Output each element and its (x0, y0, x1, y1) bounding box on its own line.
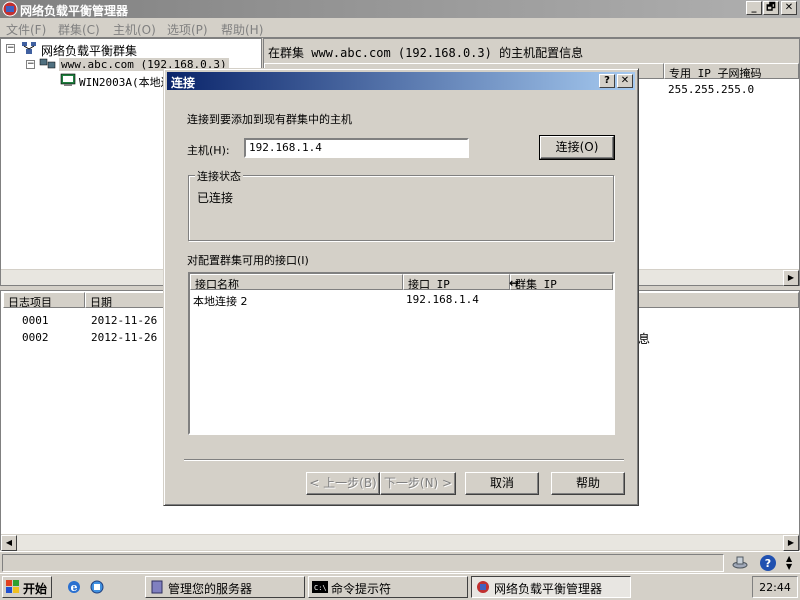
dialog-title: 连接 (171, 76, 196, 90)
host-input[interactable]: 192.168.1.4 (244, 138, 469, 158)
tree-collapse-icon[interactable]: − (6, 44, 15, 53)
next-button[interactable]: 下一步(N) > (380, 472, 456, 495)
log-detail-text: 息 (638, 332, 651, 346)
task-command-prompt[interactable]: C:\ 命令提示符 (308, 576, 468, 598)
status-group-label: 连接状态 (195, 168, 243, 184)
menu-options[interactable]: 选项(P) (167, 21, 208, 38)
dialog-help-button[interactable]: ? (599, 74, 615, 88)
window-title: 网络负载平衡管理器 (20, 4, 129, 18)
status-field (2, 554, 724, 572)
log-col-header-date[interactable]: 日期 (85, 292, 165, 308)
main-titlebar[interactable]: 网络负载平衡管理器 _ 🗗 ✕ (0, 0, 800, 18)
quicklaunch-icon[interactable] (89, 579, 105, 598)
scroll-left-icon[interactable]: ◀ (1, 535, 17, 551)
interface-row-name[interactable]: 本地连接 2 (193, 293, 248, 309)
scroll-right-icon[interactable]: ▶ (783, 535, 799, 551)
host-icon (60, 73, 76, 90)
svg-text:C:\: C:\ (314, 584, 327, 592)
dialog-close-button[interactable]: ✕ (617, 74, 633, 88)
scroll-right-icon[interactable]: ▶ (783, 270, 799, 286)
windows-logo-icon (6, 580, 20, 597)
menubar: 文件(F) 群集(C) 主机(O) 选项(P) 帮助(H) (0, 18, 800, 38)
task-nlb-manager[interactable]: 网络负载平衡管理器 (471, 576, 631, 598)
cmd-icon: C:\ (312, 581, 328, 596)
cluster-icon (39, 57, 57, 74)
connection-status-group: 连接状态 已连接 (188, 168, 614, 241)
connect-button[interactable]: 连接(O) (539, 135, 615, 160)
task-label: 管理您的服务器 (168, 582, 253, 596)
taskbar: 开始 e 管理您的服务器 C:\ 命令提示符 网络负载平衡管理器 22:44 (0, 573, 800, 600)
cluster-group-icon (21, 41, 37, 58)
menu-cluster[interactable]: 群集(C) (58, 21, 100, 38)
start-label: 开始 (23, 582, 48, 596)
svg-text:?: ? (765, 557, 771, 570)
host-label: 主机(H): (187, 144, 230, 157)
dialog-intro-text: 连接到要添加到现有群集中的主机 (187, 113, 352, 126)
tree-collapse-icon[interactable]: − (26, 60, 35, 69)
svg-text:e: e (71, 581, 78, 594)
minimize-button[interactable]: _ (746, 1, 762, 15)
task-label: 网络负载平衡管理器 (494, 582, 603, 596)
menu-host[interactable]: 主机(O) (113, 21, 156, 38)
menu-file[interactable]: 文件(F) (6, 21, 46, 38)
config-subnet-value: 255.255.255.0 (668, 83, 755, 96)
close-button[interactable]: ✕ (781, 1, 797, 15)
help-button[interactable]: 帮助 (551, 472, 625, 495)
interface-row-ip[interactable]: 192.168.1.4 (406, 293, 479, 306)
cancel-button[interactable]: 取消 (465, 472, 539, 495)
dialog-separator (184, 459, 624, 461)
log-row-date[interactable]: 2012-11-26 (91, 314, 157, 327)
log-row-id[interactable]: 0001 (22, 314, 49, 327)
ie-icon[interactable]: e (66, 579, 82, 598)
statusbar: ? ▲ ▼ (0, 551, 800, 573)
statusbar-arrows-icon[interactable]: ▲ ▼ (786, 555, 792, 571)
connection-status-text: 已连接 (197, 191, 234, 205)
help-icon[interactable]: ? (759, 554, 777, 575)
log-col-header-item[interactable]: 日志项目 (3, 292, 85, 308)
list-col-header-ip[interactable]: 接口 IP (403, 274, 510, 290)
interfaces-label: 对配置群集可用的接口(I) (187, 254, 309, 267)
menu-help[interactable]: 帮助(H) (221, 21, 263, 38)
nlb-app-icon (476, 580, 490, 597)
system-tray-clock[interactable]: 22:44 (752, 576, 798, 598)
start-button[interactable]: 开始 (2, 576, 52, 598)
task-manage-server[interactable]: 管理您的服务器 (145, 576, 305, 598)
restore-button[interactable]: 🗗 (763, 1, 779, 15)
config-pane-title: 在群集 www.abc.com (192.168.0.3) 的主机配置信息 (264, 39, 799, 63)
network-icon[interactable] (731, 554, 749, 573)
list-col-header-cluster-ip[interactable]: 群集 IP (510, 274, 613, 290)
connect-dialog: 连接 ? ✕ 连接到要添加到现有群集中的主机 主机(H): 192.168.1.… (163, 68, 639, 506)
task-label: 命令提示符 (331, 582, 392, 596)
config-col-header-subnet[interactable]: 专用 IP 子网掩码 (664, 63, 799, 79)
log-row-date[interactable]: 2012-11-26 (91, 331, 157, 344)
interfaces-list[interactable]: 接口名称 接口 IP 群集 IP ↔ 本地连接 2 192.168.1.4 (188, 272, 615, 435)
list-col-header-name[interactable]: 接口名称 (190, 274, 403, 290)
column-resize-cursor-icon: ↔ (509, 276, 520, 290)
dialog-titlebar[interactable]: 连接 ? ✕ (167, 72, 635, 90)
log-hscroll[interactable]: ◀ ▶ (1, 534, 799, 551)
back-button[interactable]: < 上一步(B) (306, 472, 380, 495)
server-icon (150, 580, 164, 597)
log-row-id[interactable]: 0002 (22, 331, 49, 344)
